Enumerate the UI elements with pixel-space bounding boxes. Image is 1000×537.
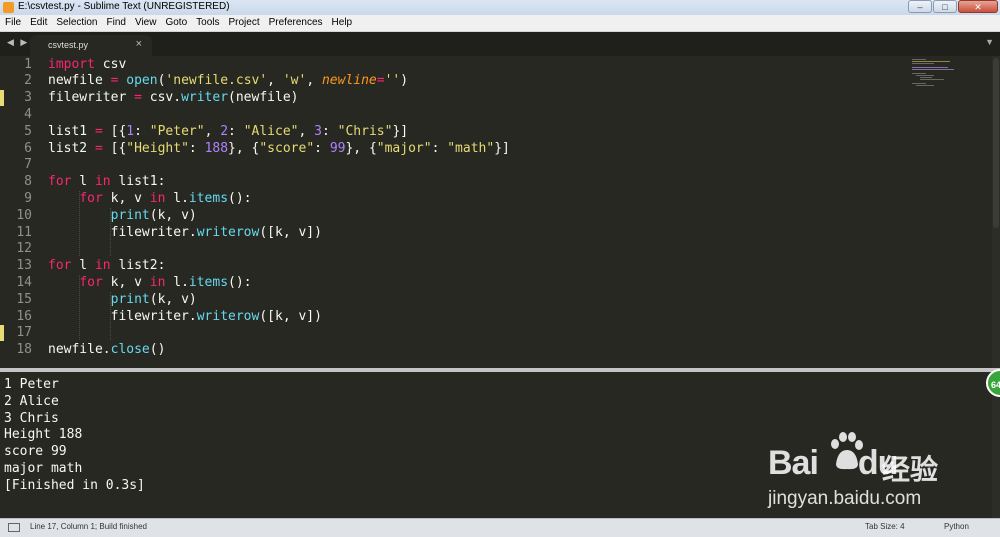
menu-bar: File Edit Selection Find View Goto Tools… <box>0 15 1000 32</box>
tab-nav-arrows-icon[interactable]: ◀ ▶ <box>7 37 29 48</box>
menu-selection[interactable]: Selection <box>51 15 101 31</box>
tab-dropdown-icon[interactable]: ▼ <box>985 37 994 47</box>
output-line: 1 Peter <box>4 377 59 392</box>
line-number: 8 <box>24 174 32 190</box>
status-position: Line 17, Column 1; Build finished <box>30 522 147 531</box>
code-line[interactable]: print(k, v) <box>48 208 197 225</box>
editor-scrollbar-thumb[interactable] <box>993 58 999 228</box>
minimize-button[interactable]: – <box>908 0 932 13</box>
line-number: 18 <box>16 342 32 358</box>
menu-goto[interactable]: Goto <box>160 15 191 31</box>
syntax-selector[interactable]: Python <box>944 522 969 531</box>
window-title: E:\csvtest.py - Sublime Text (UNREGISTER… <box>18 1 230 12</box>
menu-preferences[interactable]: Preferences <box>264 15 327 31</box>
code-line[interactable]: for l in list2: <box>48 258 165 275</box>
line-number: 12 <box>16 241 32 257</box>
menu-file[interactable]: File <box>0 15 25 31</box>
code-line[interactable]: filewriter = csv.writer(newfile) <box>48 90 298 107</box>
tab-csvtest[interactable]: csvtest.py × <box>30 35 152 56</box>
indent-guide <box>110 207 112 257</box>
menu-project[interactable]: Project <box>224 15 264 31</box>
line-number: 5 <box>24 123 32 139</box>
line-number: 4 <box>24 106 32 122</box>
output-line: major math <box>4 461 83 476</box>
line-number: 9 <box>24 190 32 206</box>
line-number: 11 <box>16 224 32 240</box>
line-number: 3 <box>24 90 32 106</box>
code-line[interactable]: filewriter.writerow([k, v]) <box>48 225 322 242</box>
menu-find[interactable]: Find <box>102 15 130 31</box>
output-line: Height 188 <box>4 427 83 443</box>
tab-close-icon[interactable]: × <box>136 38 142 50</box>
line-gutter: 1 2 3 4 5 6 7 8 9 10 11 12 13 14 15 16 17 18 <box>0 56 36 368</box>
menu-edit[interactable]: Edit <box>25 15 51 31</box>
menu-view[interactable]: View <box>130 15 161 31</box>
output-line: 3 Chris <box>4 410 59 426</box>
modified-line-marker <box>0 90 4 107</box>
panel-toggle-icon[interactable] <box>8 523 20 532</box>
modified-line-marker <box>0 325 4 342</box>
code-line[interactable]: import csv <box>48 57 126 74</box>
code-editor[interactable]: 1 2 3 4 5 6 7 8 9 10 11 12 13 14 15 16 17 18 import csv ne… <box>0 56 1000 368</box>
line-number: 10 <box>16 207 32 223</box>
code-line[interactable]: list1 = [{1: "Peter", 2: "Alice", 3: "Ch… <box>48 124 408 141</box>
maximize-button[interactable]: □ <box>933 0 957 13</box>
editor-scrollbar[interactable] <box>992 56 1000 368</box>
line-number: 15 <box>16 291 32 307</box>
line-number: 1 <box>24 56 32 72</box>
tab-bar: ◀ ▶ csvtest.py × ▼ <box>0 32 1000 56</box>
line-number: 14 <box>16 274 32 290</box>
minimap[interactable] <box>910 58 990 88</box>
indent-guide <box>110 291 112 341</box>
output-line: 2 Alice <box>4 393 59 409</box>
build-output-panel[interactable]: 1 Peter 2 Alice 3 Chris Height 188 score 99 m… <box>0 368 1000 518</box>
output-line: [Finished in 0.3s] <box>4 477 145 493</box>
indent-guide <box>79 274 81 341</box>
title-bar: E:\csvtest.py - Sublime Text (UNREGISTER… <box>0 0 1000 16</box>
menu-tools[interactable]: Tools <box>191 15 223 31</box>
close-window-button[interactable]: ✕ <box>958 0 998 13</box>
code-line[interactable]: newfile = open('newfile.csv', 'w', newli… <box>48 73 408 90</box>
code-line[interactable]: for l in list1: <box>48 174 165 191</box>
code-line[interactable]: newfile.close() <box>48 342 165 359</box>
line-number: 16 <box>16 308 32 324</box>
line-number: 17 <box>16 325 32 341</box>
code-line[interactable]: list2 = [{"Height": 188}, {"score": 99},… <box>48 141 510 158</box>
code-line[interactable]: filewriter.writerow([k, v]) <box>48 309 322 326</box>
line-number: 13 <box>16 258 32 274</box>
line-number: 2 <box>24 73 32 89</box>
window-controls: – □ ✕ <box>908 0 998 14</box>
line-number: 6 <box>24 140 32 156</box>
indent-guide <box>79 190 81 257</box>
status-bar: Line 17, Column 1; Build finished Tab Si… <box>0 518 1000 537</box>
menu-help[interactable]: Help <box>327 15 357 31</box>
tab-size-selector[interactable]: Tab Size: 4 <box>865 522 905 531</box>
sublime-app-icon <box>3 2 14 13</box>
tab-title: csvtest.py <box>48 40 89 50</box>
code-line[interactable]: print(k, v) <box>48 292 197 309</box>
line-number: 7 <box>24 157 32 173</box>
output-line: score 99 <box>4 444 67 460</box>
